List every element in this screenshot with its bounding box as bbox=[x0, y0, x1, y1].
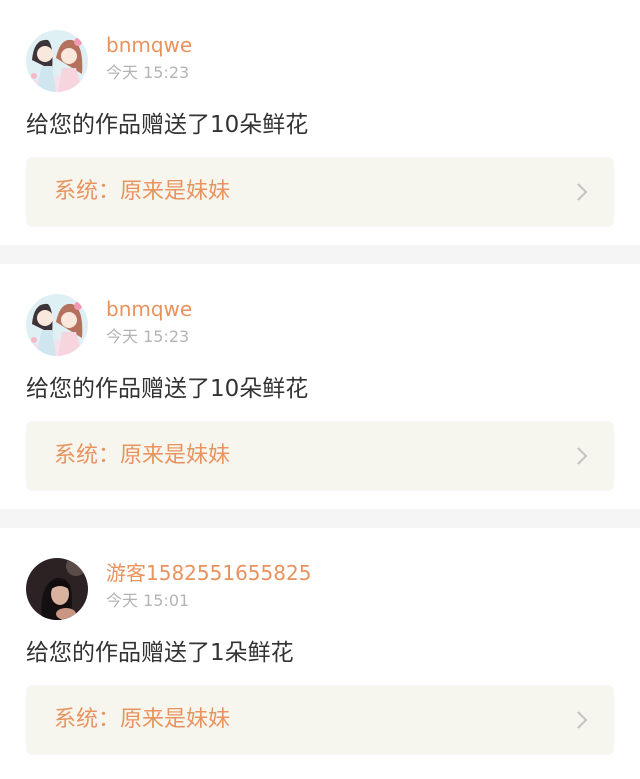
user-name[interactable]: 游客1582551655825 bbox=[106, 560, 311, 586]
user-avatar[interactable] bbox=[26, 30, 88, 92]
work-title: 系统：原来是妹妹 bbox=[54, 179, 231, 204]
chevron-right-icon bbox=[577, 711, 588, 729]
timestamp: 今天 15:01 bbox=[106, 591, 190, 610]
work-link[interactable]: 系统：原来是妹妹 bbox=[26, 685, 614, 755]
anime-girls-avatar-icon bbox=[26, 30, 88, 92]
work-link[interactable]: 系统：原来是妹妹 bbox=[26, 157, 614, 227]
timestamp: 今天 15:23 bbox=[106, 327, 190, 346]
photo-portrait-avatar-icon bbox=[26, 558, 88, 620]
user-name[interactable]: bnmqwe bbox=[106, 32, 192, 58]
timestamp: 今天 15:23 bbox=[106, 63, 190, 82]
user-name[interactable]: bnmqwe bbox=[106, 296, 192, 322]
gift-message: 给您的作品赠送了1朵鲜花 bbox=[26, 640, 294, 666]
gift-notification-card: bnmqwe 今天 15:23 给您的作品赠送了10朵鲜花 系统：原来是妹妹 bbox=[0, 0, 640, 245]
gift-message: 给您的作品赠送了10朵鲜花 bbox=[26, 376, 309, 402]
gift-notification-card: bnmqwe 今天 15:23 给您的作品赠送了10朵鲜花 系统：原来是妹妹 bbox=[0, 264, 640, 509]
user-avatar[interactable] bbox=[26, 294, 88, 356]
chevron-right-icon bbox=[577, 183, 588, 201]
gift-notification-card: 游客1582551655825 今天 15:01 给您的作品赠送了1朵鲜花 系统… bbox=[0, 528, 640, 779]
gift-message: 给您的作品赠送了10朵鲜花 bbox=[26, 112, 309, 138]
work-link[interactable]: 系统：原来是妹妹 bbox=[26, 421, 614, 491]
chevron-right-icon bbox=[577, 447, 588, 465]
anime-girls-avatar-icon bbox=[26, 294, 88, 356]
user-avatar[interactable] bbox=[26, 558, 88, 620]
work-title: 系统：原来是妹妹 bbox=[54, 443, 231, 468]
work-title: 系统：原来是妹妹 bbox=[54, 707, 231, 732]
